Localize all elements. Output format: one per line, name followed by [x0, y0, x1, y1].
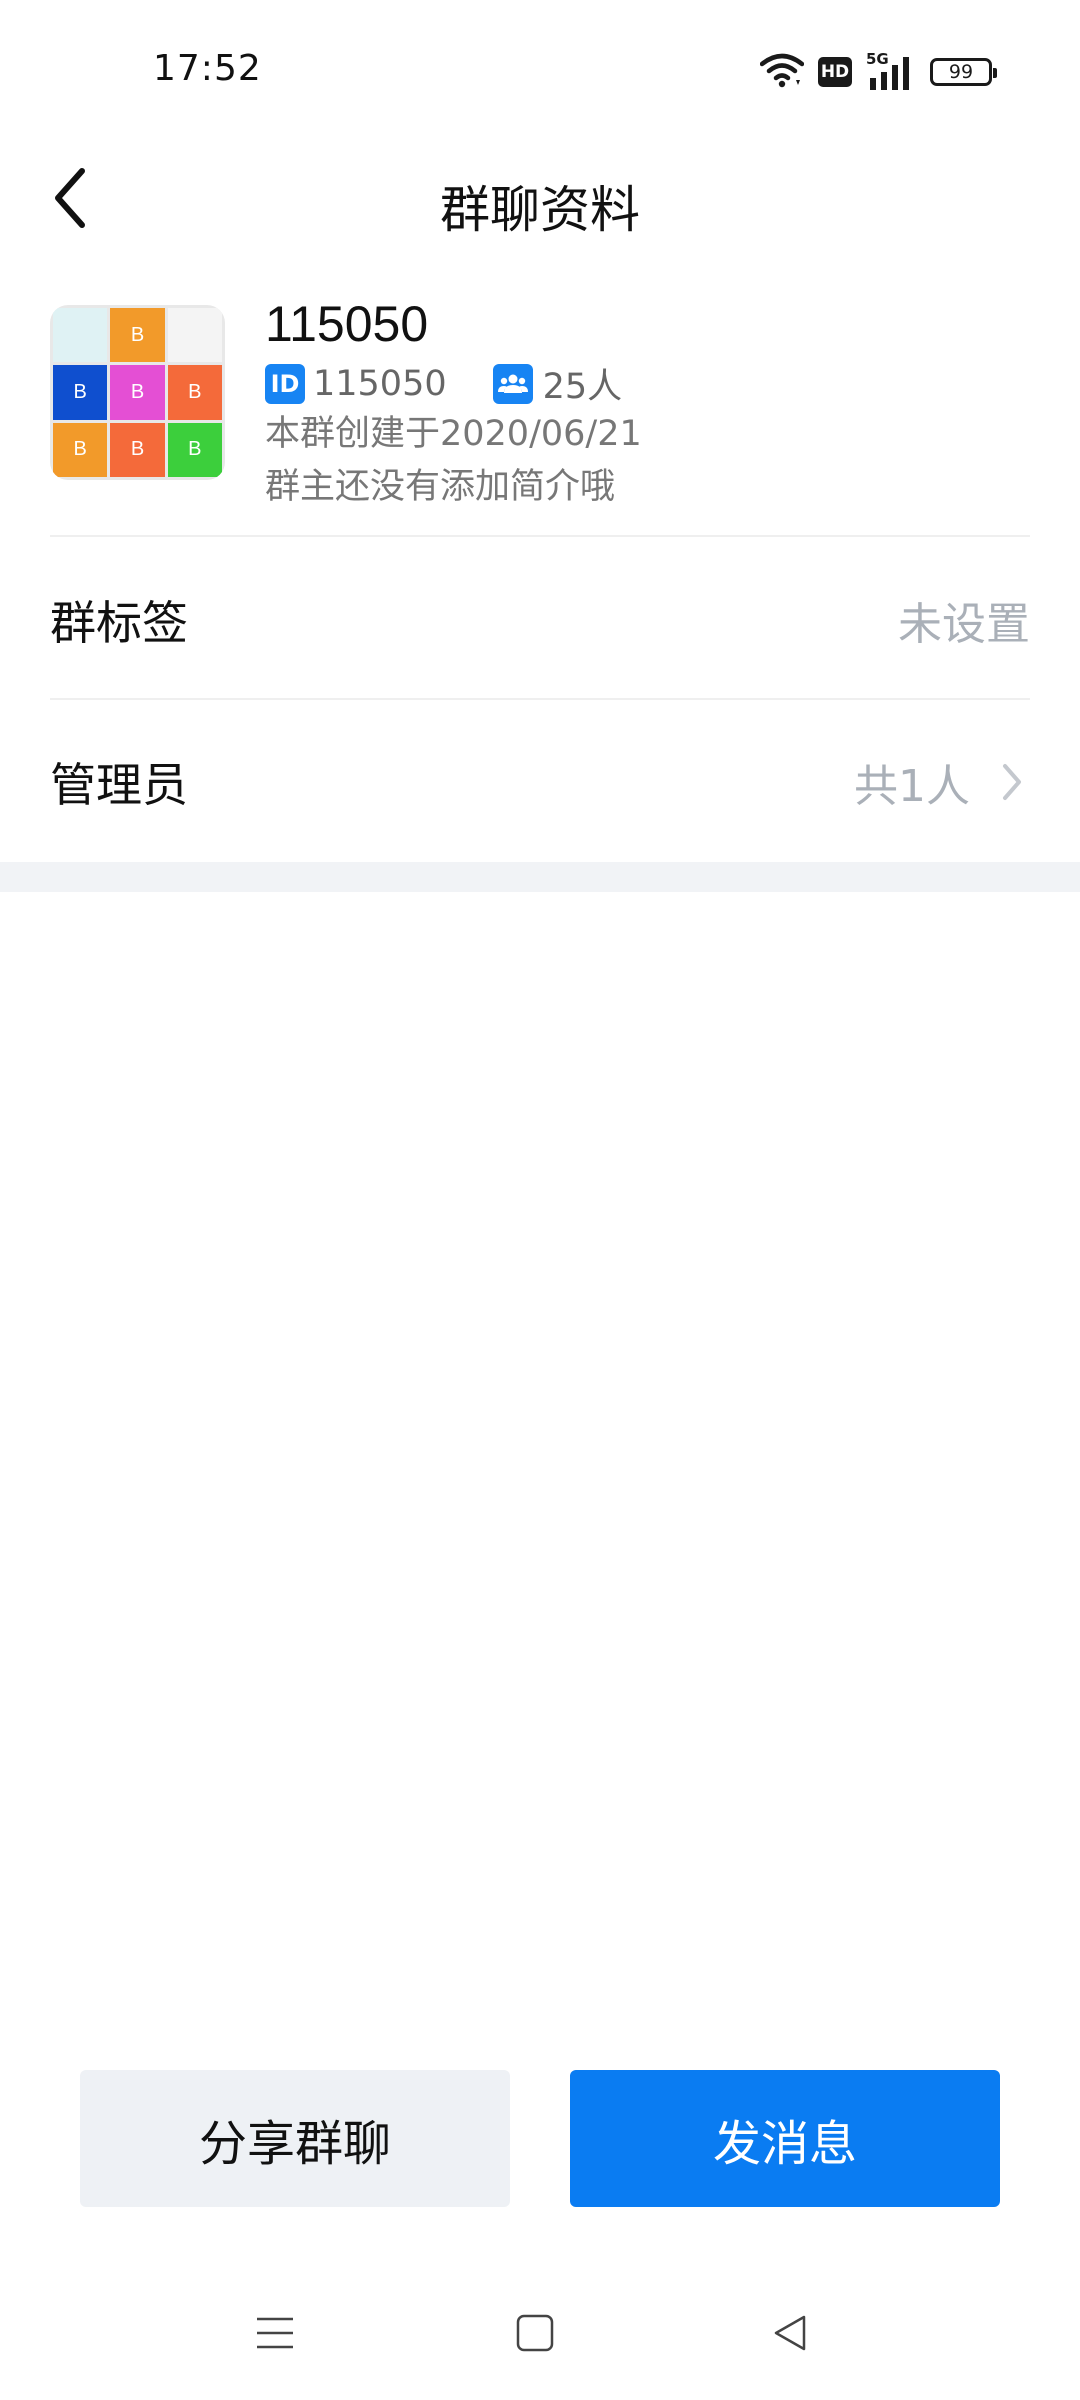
signal-icon: 5G	[866, 50, 916, 92]
send-message-button[interactable]: 发消息	[570, 2070, 1000, 2207]
avatar-tile: B	[167, 365, 222, 420]
avatar-tile: B	[110, 422, 165, 477]
people-icon	[492, 363, 533, 404]
battery-indicator: 99	[930, 58, 997, 86]
avatar-tile: B	[53, 422, 108, 477]
divider	[50, 535, 1030, 537]
group-intro: 群主还没有添加简介哦	[265, 467, 616, 507]
group-name: 115050	[265, 296, 429, 352]
status-time: 17:52	[153, 48, 262, 89]
wifi-icon	[759, 52, 805, 92]
group-id: 115050	[313, 363, 447, 404]
back-triangle-icon	[770, 2313, 810, 2357]
nav-back-button[interactable]	[755, 2300, 825, 2370]
nav-menu-button[interactable]	[240, 2300, 310, 2370]
section-separator	[0, 862, 1080, 892]
divider	[50, 698, 1030, 700]
chevron-right-icon	[994, 760, 1030, 804]
home-icon	[515, 2313, 555, 2357]
hd-badge: HD	[818, 57, 852, 87]
group-tags-label: 群标签	[50, 596, 188, 650]
admin-label: 管理员	[50, 758, 188, 812]
group-meta-row: ID 115050 25人	[265, 358, 622, 409]
admin-count: 共1人	[854, 761, 970, 812]
menu-icon	[255, 2313, 295, 2357]
group-avatar[interactable]: BBBBBBB	[50, 305, 225, 480]
group-tags-value: 未设置	[898, 599, 1030, 650]
avatar-tile: B	[110, 308, 165, 363]
status-icons: HD 5G 99	[759, 50, 997, 94]
group-created-date: 本群创建于2020/06/21	[265, 414, 642, 454]
share-group-button[interactable]: 分享群聊	[80, 2070, 510, 2207]
avatar-tile: B	[110, 365, 165, 420]
member-count: 25人	[542, 367, 623, 407]
avatar-tile: B	[53, 365, 108, 420]
page-title: 群聊资料	[440, 181, 640, 239]
group-header: BBBBBBB 115050 ID 115050 25人 本群创建于2020/0…	[50, 296, 1030, 535]
system-nav-bar	[0, 2280, 1080, 2390]
avatar-tile	[167, 308, 222, 363]
status-bar: 17:52 HD 5G 99	[0, 0, 1080, 140]
group-tags-row[interactable]: 群标签 未设置	[50, 540, 1030, 700]
title-bar: 群聊资料	[0, 140, 1080, 260]
avatar-tile: B	[167, 422, 222, 477]
nav-home-button[interactable]	[500, 2300, 570, 2370]
id-badge: ID	[265, 363, 305, 404]
avatar-tile	[53, 308, 108, 363]
admin-row[interactable]: 管理员 共1人	[50, 702, 1030, 862]
